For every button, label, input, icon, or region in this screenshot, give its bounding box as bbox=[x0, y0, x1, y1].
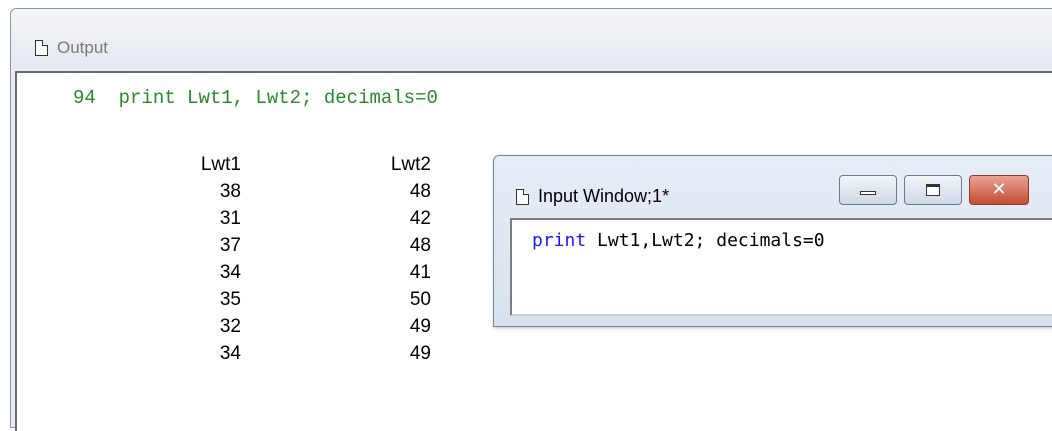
close-icon: ✕ bbox=[991, 179, 1007, 200]
document-icon bbox=[35, 40, 48, 56]
code-keyword: print bbox=[532, 230, 587, 251]
input-window[interactable]: Input Window;1* ✕ print Lwt1,Lwt2; decim… bbox=[493, 155, 1052, 327]
command-line-number: 94 bbox=[73, 87, 96, 109]
table-cell: 34 bbox=[219, 343, 241, 364]
output-window-title: Output bbox=[57, 38, 109, 57]
table-cell: 48 bbox=[409, 235, 431, 256]
maximize-button[interactable] bbox=[904, 175, 962, 205]
column-header: Lwt1 bbox=[200, 154, 241, 175]
table-cell: 42 bbox=[409, 208, 431, 229]
command-echo-line: 94 print Lwt1, Lwt2; decimals=0 bbox=[73, 87, 438, 109]
column-lwt1: Lwt1 38 31 37 34 35 32 34 bbox=[157, 151, 241, 367]
column-header: Lwt2 bbox=[390, 154, 431, 175]
maximize-icon bbox=[926, 184, 940, 196]
table-cell: 37 bbox=[219, 235, 241, 256]
document-icon bbox=[516, 189, 529, 205]
table-cell: 50 bbox=[409, 289, 431, 310]
column-lwt2: Lwt2 48 42 48 41 50 49 49 bbox=[347, 151, 431, 367]
table-cell: 34 bbox=[219, 262, 241, 283]
input-window-title: Input Window;1* bbox=[538, 186, 670, 206]
output-title-bar[interactable]: Output bbox=[11, 9, 1052, 69]
minimize-icon bbox=[860, 191, 876, 195]
code-text: Lwt1,Lwt2; decimals=0 bbox=[586, 230, 825, 251]
table-cell: 38 bbox=[219, 181, 241, 202]
command-line-text: print Lwt1, Lwt2; decimals=0 bbox=[118, 87, 438, 109]
table-cell: 31 bbox=[219, 208, 241, 229]
input-code-line[interactable]: print Lwt1,Lwt2; decimals=0 bbox=[532, 230, 825, 251]
minimize-button[interactable] bbox=[839, 175, 897, 205]
table-cell: 41 bbox=[409, 262, 431, 283]
input-editor[interactable]: print Lwt1,Lwt2; decimals=0 bbox=[510, 218, 1052, 316]
table-cell: 48 bbox=[409, 181, 431, 202]
table-cell: 49 bbox=[409, 316, 431, 337]
table-cell: 35 bbox=[219, 289, 241, 310]
close-button[interactable]: ✕ bbox=[969, 175, 1029, 205]
table-cell: 32 bbox=[219, 316, 241, 337]
table-cell: 49 bbox=[409, 343, 431, 364]
